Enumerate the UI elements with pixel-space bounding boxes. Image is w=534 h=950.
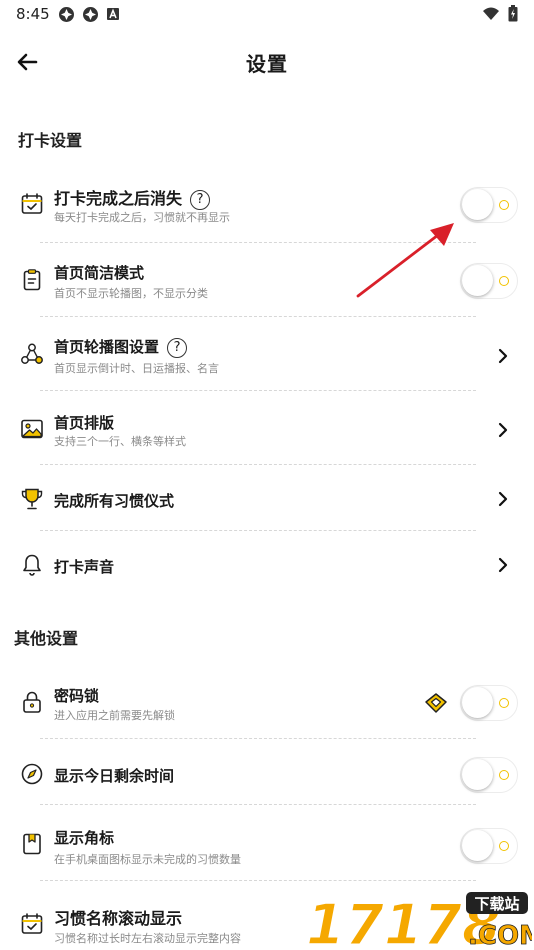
bookmark-icon — [23, 833, 41, 855]
setting-row-carousel[interactable]: 首页轮播图设置? 首页显示倒计时、日运播报、名言 — [0, 334, 534, 384]
app-notification-icon — [83, 7, 98, 22]
toggle-off-indicator — [499, 200, 509, 210]
divider — [40, 316, 476, 317]
divider — [40, 804, 476, 805]
bell-icon — [23, 554, 41, 576]
divider — [40, 530, 476, 531]
toggle-knob — [462, 265, 493, 296]
setting-title: 打卡完成之后消失? — [54, 185, 211, 210]
setting-row-completion-ritual[interactable]: 完成所有习惯仪式 — [0, 480, 534, 520]
status-notification-icons — [58, 6, 120, 23]
setting-row-checkin-sound[interactable]: 打卡声音 — [0, 546, 534, 586]
setting-title: 密码锁 — [54, 687, 100, 705]
toggle-knob — [462, 759, 493, 790]
help-icon[interactable]: ? — [167, 338, 188, 358]
toggle-off-indicator — [499, 841, 509, 851]
setting-title: 显示角标 — [54, 829, 115, 847]
section-title-checkin: 打卡设置 — [18, 131, 83, 150]
lock-icon — [23, 691, 41, 713]
diamond-premium-icon — [425, 693, 447, 713]
watermark-tag: 下载站 — [474, 895, 519, 913]
compass-icon — [21, 763, 43, 785]
watermark-logo: 17178 下载站 .COM — [304, 888, 534, 950]
watermark-domain: .COM — [468, 921, 532, 950]
calendar-check-icon — [21, 913, 43, 934]
setting-subtitle: 首页显示倒计时、日运播报、名言 — [54, 362, 219, 375]
top-app-bar: 设置 — [0, 40, 534, 84]
setting-title: 首页轮播图设置? — [54, 336, 188, 358]
help-icon[interactable]: ? — [190, 190, 211, 210]
toggle-off-indicator — [499, 770, 509, 780]
setting-title-text: 首页轮播图设置 — [54, 338, 160, 356]
trophy-icon — [21, 488, 43, 510]
setting-row-remaining-time[interactable]: 显示今日剩余时间 — [0, 754, 534, 794]
setting-subtitle: 进入应用之前需要先解锁 — [54, 709, 175, 722]
setting-title-text: 打卡完成之后消失 — [54, 189, 183, 208]
image-icon — [21, 419, 43, 439]
toggle-knob — [462, 687, 493, 718]
setting-subtitle: 习惯名称过长时左右滚动显示完整内容 — [54, 932, 241, 945]
setting-subtitle: 每天打卡完成之后，习惯就不再显示 — [54, 211, 230, 224]
calendar-check-icon — [21, 193, 43, 214]
setting-row-home-layout[interactable]: 首页排版 支持三个一行、横条等样式 — [0, 408, 534, 458]
app-notification-icon — [59, 7, 74, 22]
battery-charging-icon — [508, 5, 518, 22]
disappear-toggle[interactable] — [460, 187, 518, 223]
chevron-right-icon — [498, 348, 508, 364]
setting-title: 显示今日剩余时间 — [54, 767, 175, 785]
setting-title: 完成所有习惯仪式 — [54, 492, 175, 510]
status-system-icons — [482, 5, 518, 22]
setting-title: 习惯名称滚动显示 — [54, 909, 183, 928]
setting-row-disappear-after-checkin[interactable]: 打卡完成之后消失? 每天打卡完成之后，习惯就不再显示 — [0, 180, 534, 240]
clipboard-icon — [23, 269, 41, 291]
page-title: 设置 — [246, 52, 288, 76]
divider — [40, 738, 476, 739]
toggle-off-indicator — [499, 276, 509, 286]
setting-row-password-lock[interactable]: 密码锁 进入应用之前需要先解锁 — [0, 680, 534, 732]
setting-subtitle: 支持三个一行、横条等样式 — [54, 435, 186, 448]
share-nodes-icon — [21, 343, 43, 364]
divider — [40, 880, 476, 881]
setting-row-simple-mode[interactable]: 首页简洁模式 首页不显示轮播图，不显示分类 — [0, 258, 534, 310]
divider — [40, 464, 476, 465]
setting-title: 首页简洁模式 — [54, 264, 145, 282]
divider — [40, 390, 476, 391]
setting-row-app-badge[interactable]: 显示角标 在手机桌面图标显示未完成的习惯数量 — [0, 822, 534, 874]
wifi-icon — [483, 7, 499, 20]
watermark-17178-logo: 17178 下载站 .COM — [305, 892, 534, 950]
setting-subtitle: 首页不显示轮播图，不显示分类 — [54, 287, 208, 300]
toggle-knob — [462, 189, 493, 220]
setting-title: 首页排版 — [54, 414, 115, 432]
status-time: 8:45 — [16, 5, 50, 23]
status-bar: 8:45 — [0, 0, 534, 30]
simple-mode-toggle[interactable] — [460, 263, 518, 299]
app-a-notification-icon — [107, 8, 119, 20]
setting-title: 打卡声音 — [54, 558, 115, 576]
chevron-right-icon — [498, 422, 508, 438]
chevron-right-icon — [498, 557, 508, 573]
toggle-off-indicator — [499, 698, 509, 708]
section-title-other: 其他设置 — [14, 629, 79, 648]
toggle-knob — [462, 830, 493, 861]
divider — [40, 242, 476, 243]
chevron-right-icon — [498, 491, 508, 507]
password-lock-toggle[interactable] — [460, 685, 518, 721]
setting-subtitle: 在手机桌面图标显示未完成的习惯数量 — [54, 853, 241, 866]
remaining-time-toggle[interactable] — [460, 757, 518, 793]
app-badge-toggle[interactable] — [460, 828, 518, 864]
